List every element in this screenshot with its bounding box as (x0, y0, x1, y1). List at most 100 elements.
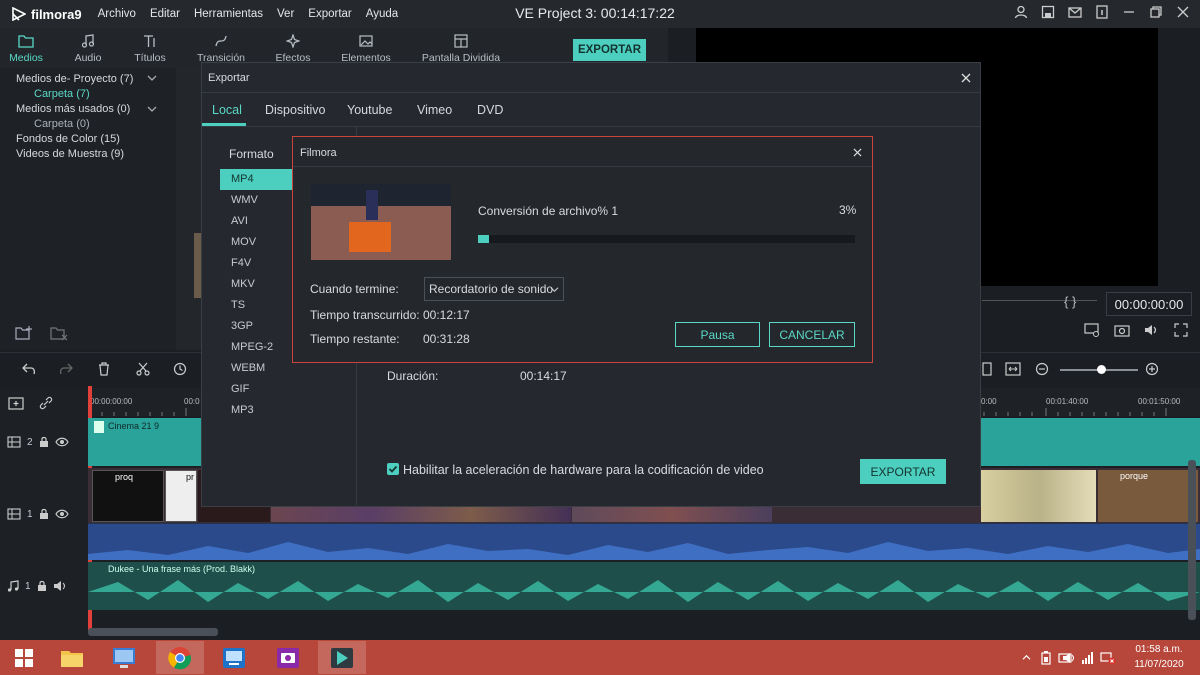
tree-item-fondos[interactable]: Fondos de Color (15) (16, 133, 120, 145)
chevron-down-icon[interactable] (147, 105, 157, 113)
eye-icon[interactable] (54, 437, 69, 447)
no-internet-icon[interactable] (1100, 651, 1116, 665)
link-icon[interactable] (38, 395, 54, 411)
mail-icon[interactable] (1068, 5, 1082, 19)
info-icon[interactable] (1095, 5, 1109, 19)
tree-item-videos[interactable]: Videos de Muestra (9) (16, 148, 124, 160)
speaker-icon[interactable] (53, 580, 67, 592)
zoom-in-icon[interactable] (1145, 362, 1159, 376)
cancel-button[interactable]: CANCELAR (769, 322, 855, 347)
tab-medios[interactable]: Medios (8, 34, 44, 64)
volume-tray-icon[interactable] (1062, 651, 1076, 665)
eye-icon[interactable] (54, 509, 69, 519)
close-icon[interactable] (961, 73, 971, 83)
menu-editar[interactable]: Editar (150, 8, 180, 20)
preview-scrubber[interactable] (982, 300, 1097, 301)
display-settings-icon[interactable] (1084, 323, 1100, 337)
audio-clip-label[interactable]: Dukee - Una frase más (Prod. Blakk) (108, 564, 255, 574)
clock-icon[interactable] (173, 362, 187, 376)
format-mp3[interactable]: MP3 (220, 400, 360, 421)
video-clip[interactable]: pr (165, 470, 197, 522)
tab-vimeo[interactable]: Vimeo (417, 103, 452, 117)
tab-audio[interactable]: Audio (68, 34, 108, 64)
taskbar-control-panel[interactable] (100, 641, 148, 674)
tree-item-proyecto[interactable]: Medios de- Proyecto (7) (16, 73, 133, 85)
render-icon[interactable] (982, 362, 992, 376)
timeline-scrollbar[interactable] (88, 628, 218, 636)
menu-archivo[interactable]: Archivo (98, 8, 136, 20)
chevron-down-icon[interactable] (147, 74, 157, 82)
close-icon[interactable] (1176, 5, 1190, 19)
account-icon[interactable] (1014, 5, 1028, 19)
tab-pantalla-dividida[interactable]: Pantalla Dividida (416, 34, 506, 64)
tab-local[interactable]: Local (212, 103, 242, 117)
waveform-graphic (88, 542, 1200, 560)
scissors-icon[interactable] (136, 362, 150, 376)
timeline-vertical-scrollbar[interactable] (1188, 460, 1196, 620)
checkmark-icon (388, 465, 398, 473)
redo-icon[interactable] (59, 363, 73, 375)
hw-accel-checkbox[interactable] (387, 463, 399, 475)
taskbar-camera-app[interactable] (264, 641, 312, 674)
tab-medios-label: Medios (9, 52, 43, 64)
menu-herramientas[interactable]: Herramientas (194, 8, 263, 20)
volume-icon[interactable] (1144, 323, 1160, 337)
conversion-status: Conversión de archivo% 1 (478, 204, 619, 218)
taskbar-filmora[interactable] (318, 641, 366, 674)
tab-efectos[interactable]: Efectos (266, 34, 320, 64)
close-icon[interactable] (853, 148, 862, 157)
tab-dispositivo[interactable]: Dispositivo (265, 103, 325, 117)
export-top-button[interactable]: EXPORTAR (573, 39, 646, 61)
fit-timeline-icon[interactable] (1005, 362, 1021, 376)
taskbar-chrome[interactable] (156, 641, 204, 674)
tray-date[interactable]: 11/07/2020 (1128, 659, 1190, 670)
pause-button[interactable]: Pausa (675, 322, 760, 347)
clip-label: proq (115, 472, 134, 482)
chevron-up-icon[interactable] (1022, 654, 1031, 661)
delete-folder-icon[interactable] (50, 325, 68, 341)
format-gif[interactable]: GIF (220, 379, 360, 400)
tree-item-carpeta-7[interactable]: Carpeta (7) (34, 88, 90, 100)
taskbar-file-explorer[interactable] (48, 641, 96, 674)
trash-icon[interactable] (98, 362, 110, 376)
tab-dvd[interactable]: DVD (477, 103, 503, 117)
mark-in-out[interactable]: { } (1064, 294, 1076, 309)
when-done-select[interactable]: Recordatorio de sonido (424, 277, 564, 301)
restore-icon[interactable] (1149, 5, 1163, 19)
lock-icon[interactable] (37, 580, 47, 592)
undo-icon[interactable] (22, 363, 36, 375)
minimize-icon[interactable] (1122, 5, 1136, 19)
start-button[interactable] (0, 641, 48, 674)
zoom-slider-handle[interactable] (1097, 365, 1106, 374)
video-clip[interactable]: proq (92, 470, 164, 522)
battery-icon[interactable] (1040, 651, 1052, 665)
video-clip[interactable] (981, 470, 1096, 522)
signal-icon[interactable] (1081, 651, 1095, 665)
add-track-icon[interactable] (8, 395, 26, 411)
zoom-out-icon[interactable] (1035, 362, 1049, 376)
menu-ayuda[interactable]: Ayuda (366, 8, 398, 20)
tab-titulos[interactable]: Títulos (130, 34, 170, 64)
format-heading: Formato (229, 147, 274, 161)
new-folder-icon[interactable] (15, 325, 33, 341)
tree-item-carpeta-0[interactable]: Carpeta (0) (34, 118, 90, 130)
export-button[interactable]: EXPORTAR (860, 459, 946, 484)
camera-icon[interactable] (1114, 323, 1130, 337)
tab-youtube[interactable]: Youtube (347, 103, 392, 117)
lock-icon[interactable] (39, 436, 49, 448)
ruler-label: 00:01:50:00 (1138, 397, 1181, 406)
clip-label-cinema[interactable]: Cinema 21 9 (108, 421, 159, 431)
video-clip[interactable]: porque (1098, 470, 1198, 522)
elapsed-value: 00:12:17 (423, 308, 470, 322)
menu-ver[interactable]: Ver (277, 8, 294, 20)
fullscreen-icon[interactable] (1174, 323, 1188, 337)
taskbar-app-blue[interactable] (210, 641, 258, 674)
tray-time[interactable]: 01:58 a.m. (1128, 644, 1190, 655)
track-header-audio-1: 1 (0, 576, 88, 596)
menu-exportar[interactable]: Exportar (308, 8, 351, 20)
lock-icon[interactable] (39, 508, 49, 520)
tab-transicion[interactable]: Transición (192, 34, 250, 64)
tree-item-mas-usados[interactable]: Medios más usados (0) (16, 103, 130, 115)
save-icon[interactable] (1041, 5, 1055, 19)
tab-elementos[interactable]: Elementos (336, 34, 396, 64)
